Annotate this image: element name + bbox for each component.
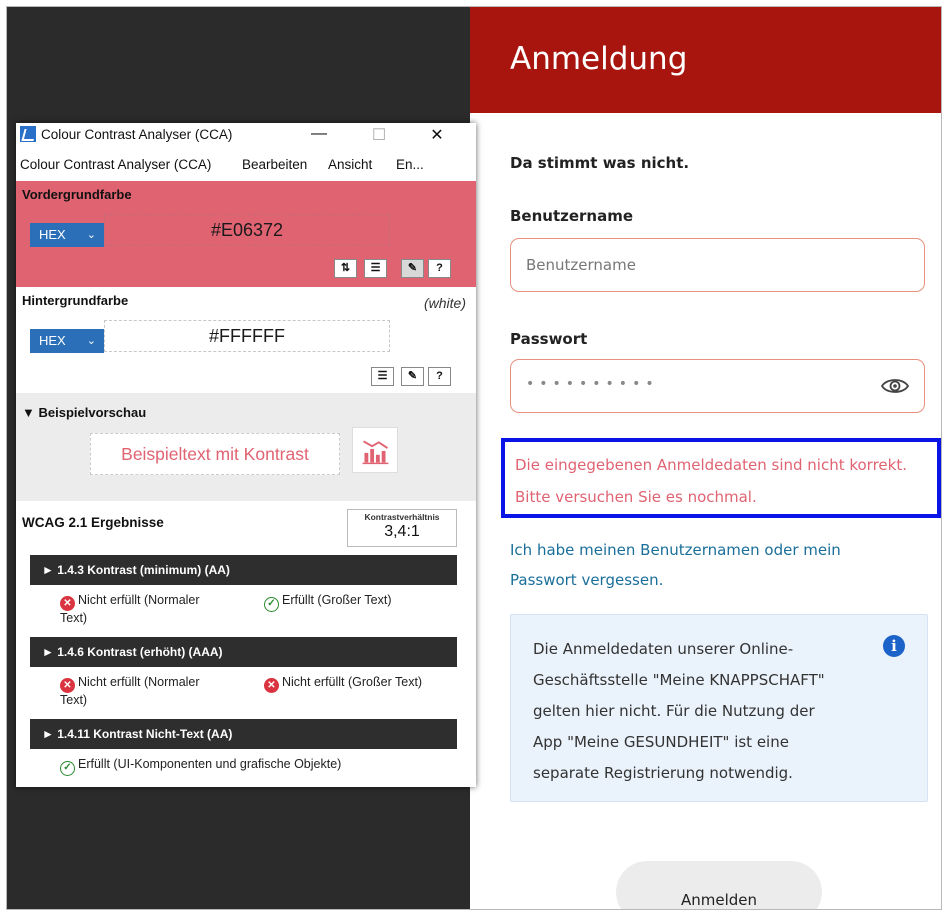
login-button-label: Anmelden bbox=[680, 891, 758, 909]
background-format-value: HEX bbox=[39, 333, 66, 348]
forgot-credentials-link[interactable]: Ich habe meinen Benutzernamen oder mein bbox=[510, 541, 841, 559]
pass-icon: ✓ bbox=[60, 761, 75, 776]
chevron-down-icon: ⌄ bbox=[86, 335, 96, 347]
sliders-icon[interactable]: ☰ bbox=[371, 367, 394, 386]
password-label: Passwort bbox=[510, 330, 588, 348]
password-value: •••••••••• bbox=[526, 376, 659, 392]
contrast-ratio-label: Kontrastverhältnis bbox=[364, 512, 440, 522]
background-color-name: (white) bbox=[423, 295, 466, 311]
cca-window: Colour Contrast Analyser (CCA) — ☐ ✕ Col… bbox=[16, 123, 476, 787]
background-label: Hintergrundfarbe bbox=[22, 293, 129, 308]
criterion-1-4-11[interactable]: ► 1.4.11 Kontrast Nicht-Text (AA) bbox=[30, 719, 457, 749]
contrast-ratio-box: Kontrastverhältnis 3,4:1 bbox=[347, 509, 457, 547]
chevron-down-icon: ⌄ bbox=[86, 229, 96, 241]
preview-section: ▼ Beispielvorschau Beispieltext mit Kont… bbox=[16, 393, 476, 501]
foreground-format-value: HEX bbox=[39, 227, 66, 242]
login-button[interactable]: Anmelden bbox=[616, 861, 822, 909]
maximize-button[interactable]: ☐ bbox=[364, 125, 394, 145]
preview-label[interactable]: ▼ Beispielvorschau bbox=[22, 405, 146, 420]
info-box: i Die Anmeldedaten unserer Online- Gesch… bbox=[510, 614, 928, 802]
minimize-button[interactable]: — bbox=[304, 125, 334, 143]
background-section: Hintergrundfarbe (white) HEX ⌄ #FFFFFF ☰… bbox=[16, 287, 476, 393]
background-format-select[interactable]: HEX ⌄ bbox=[30, 329, 104, 353]
swap-colors-icon[interactable]: ⇅ bbox=[334, 259, 357, 278]
result-text: Nicht erfüllt (Großer Text) bbox=[282, 675, 423, 689]
result-text: Erfüllt (Großer Text) bbox=[282, 593, 392, 607]
preview-sample-text: Beispieltext mit Kontrast bbox=[90, 433, 340, 475]
foreground-hex-input[interactable]: #E06372 bbox=[104, 214, 390, 246]
criterion-1-4-6[interactable]: ► 1.4.6 Kontrast (erhöht) (AAA) bbox=[30, 637, 457, 667]
page-title: Anmeldung bbox=[510, 41, 688, 77]
cca-window-title: Colour Contrast Analyser (CCA) bbox=[41, 127, 233, 142]
login-header: Anmeldung bbox=[470, 7, 941, 113]
foreground-section: Vordergrundfarbe HEX ⌄ #E06372 ⇅ ☰ ✎ ? bbox=[16, 181, 476, 287]
username-label: Benutzername bbox=[510, 207, 634, 225]
login-panel: Anmeldung Da stimmt was nicht. Benutzern… bbox=[470, 7, 941, 909]
info-line: separate Registrierung notwendig. bbox=[533, 764, 793, 782]
eyedropper-icon[interactable]: ✎ bbox=[401, 259, 424, 278]
contrast-ratio-value: 3,4:1 bbox=[384, 523, 420, 540]
result-text: Erfüllt (UI-Komponenten und grafische Ob… bbox=[78, 757, 342, 771]
info-line: gelten hier nicht. Für die Nutzung der bbox=[533, 702, 815, 720]
eye-icon[interactable] bbox=[880, 374, 910, 398]
menu-item-edit[interactable]: Bearbeiten bbox=[242, 157, 307, 172]
username-field[interactable]: Benutzername bbox=[510, 238, 925, 292]
menu-item-more[interactable]: En... bbox=[396, 157, 424, 172]
info-line: App "Meine GESUNDHEIT" ist eine bbox=[533, 733, 789, 751]
info-icon: i bbox=[883, 635, 905, 657]
result-text-cont: Text) bbox=[60, 611, 88, 625]
menu-item-view[interactable]: Ansicht bbox=[328, 157, 372, 172]
results-title: WCAG 2.1 Ergebnisse bbox=[22, 515, 164, 530]
error-heading: Da stimmt was nicht. bbox=[510, 154, 690, 172]
result-text: Nicht erfüllt (Normaler bbox=[78, 593, 200, 607]
result-item: ✓ Erfüllt (UI-Komponenten und grafische O… bbox=[60, 757, 341, 776]
cca-app-icon bbox=[20, 126, 36, 142]
result-text-cont: Text) bbox=[60, 693, 88, 707]
result-item: ✓ Erfüllt (Großer Text) bbox=[264, 593, 392, 612]
foreground-label: Vordergrundfarbe bbox=[22, 187, 132, 202]
password-field[interactable]: •••••••••• bbox=[510, 359, 925, 413]
result-item: ✕ Nicht erfüllt (Großer Text) bbox=[264, 675, 422, 693]
cca-titlebar[interactable]: Colour Contrast Analyser (CCA) — ☐ ✕ bbox=[16, 123, 476, 155]
error-message-line1: Die eingegebenen Anmeldedaten sind nicht… bbox=[515, 456, 907, 474]
help-icon[interactable]: ? bbox=[428, 259, 451, 278]
eyedropper-icon[interactable]: ✎ bbox=[401, 367, 424, 386]
foreground-format-select[interactable]: HEX ⌄ bbox=[30, 223, 104, 247]
menu-item-app[interactable]: Colour Contrast Analyser (CCA) bbox=[20, 157, 211, 172]
cca-menubar: Colour Contrast Analyser (CCA) Bearbeite… bbox=[16, 155, 476, 181]
criterion-1-4-3[interactable]: ► 1.4.3 Kontrast (minimum) (AA) bbox=[30, 555, 457, 585]
info-line: Die Anmeldedaten unserer Online- bbox=[533, 640, 794, 658]
background-hex-input[interactable]: #FFFFFF bbox=[104, 320, 390, 352]
results-section: WCAG 2.1 Ergebnisse Kontrastverhältnis 3… bbox=[16, 501, 476, 787]
info-line: Geschäftsstelle "Meine KNAPPSCHAFT" bbox=[533, 671, 825, 689]
sliders-icon[interactable]: ☰ bbox=[364, 259, 387, 278]
result-item: ✕ Nicht erfüllt (Normaler Text) bbox=[60, 593, 200, 625]
username-placeholder: Benutzername bbox=[526, 256, 636, 274]
fail-icon: ✕ bbox=[60, 678, 75, 693]
chart-icon[interactable] bbox=[352, 427, 398, 473]
result-item: ✕ Nicht erfüllt (Normaler Text) bbox=[60, 675, 200, 707]
result-text: Nicht erfüllt (Normaler bbox=[78, 675, 200, 689]
error-message-highlight: Die eingegebenen Anmeldedaten sind nicht… bbox=[501, 438, 941, 518]
error-message-line2: Bitte versuchen Sie es nochmal. bbox=[515, 488, 757, 506]
close-button[interactable]: ✕ bbox=[422, 125, 452, 145]
forgot-credentials-link-line2[interactable]: Passwort vergessen. bbox=[510, 571, 663, 589]
fail-icon: ✕ bbox=[264, 678, 279, 693]
help-icon[interactable]: ? bbox=[428, 367, 451, 386]
screen-frame: Anmeldung Da stimmt was nicht. Benutzern… bbox=[6, 6, 942, 910]
fail-icon: ✕ bbox=[60, 596, 75, 611]
pass-icon: ✓ bbox=[264, 597, 279, 612]
